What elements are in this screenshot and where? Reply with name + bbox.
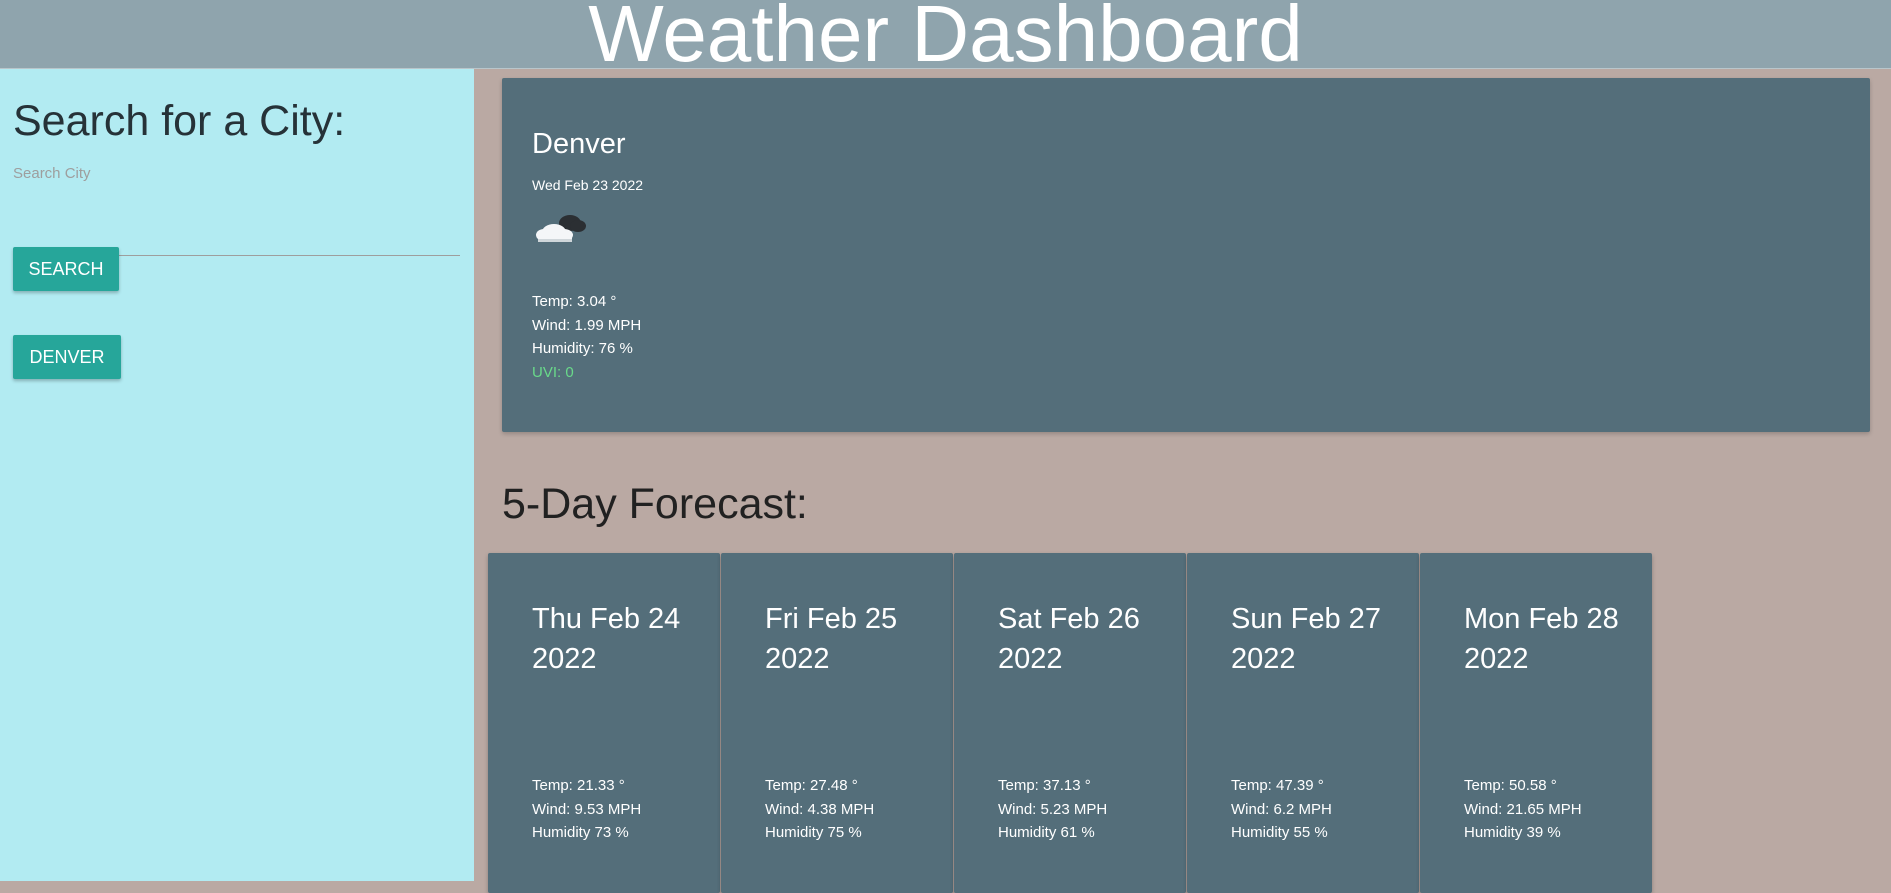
forecast-temp: Temp: 27.48 ° (765, 777, 858, 794)
forecast-wind: Wind: 9.53 MPH (532, 801, 642, 818)
current-date: Wed Feb 23 2022 (532, 177, 644, 193)
cloudy-night-icon (536, 215, 586, 242)
forecast-wind: Wind: 6.2 MPH (1231, 801, 1332, 818)
forecast-wind: Wind: 4.38 MPH (765, 801, 875, 818)
forecast-humidity: Humidity 39 % (1464, 824, 1561, 841)
search-heading: Search for a City: (13, 97, 346, 145)
current-wind: Wind: 1.99 MPH (532, 317, 642, 334)
forecast-card: Mon Feb 28 2022 Temp: 50.58 ° Wind: 21.6… (1420, 553, 1652, 893)
forecast-wind: Wind: 5.23 MPH (998, 801, 1108, 818)
forecast-humidity: Humidity 55 % (1231, 824, 1328, 841)
forecast-humidity: Humidity 75 % (765, 824, 862, 841)
forecast-card: Thu Feb 24 2022 Temp: 21.33 ° Wind: 9.53… (488, 553, 720, 893)
app-header: Weather Dashboard (0, 0, 1891, 69)
forecast-humidity: Humidity 61 % (998, 824, 1095, 841)
forecast-temp: Temp: 50.58 ° (1464, 777, 1557, 794)
forecast-date: Sat Feb 26 2022 (998, 603, 1140, 675)
page-title: Weather Dashboard (588, 0, 1303, 69)
search-city-label: Search City (13, 165, 91, 182)
forecast-date: Mon Feb 28 2022 (1464, 603, 1619, 675)
forecast-card: Sat Feb 26 2022 Temp: 37.13 ° Wind: 5.23… (954, 553, 1186, 893)
current-uvi: UVI: 0 (532, 364, 574, 381)
forecast-wind: Wind: 21.65 MPH (1464, 801, 1582, 818)
forecast-temp: Temp: 37.13 ° (998, 777, 1091, 794)
forecast-date: Sun Feb 27 2022 (1231, 603, 1381, 675)
forecast-temp: Temp: 47.39 ° (1231, 777, 1324, 794)
sidebar: Search for a City: Search City Search De… (0, 69, 474, 881)
forecast-date: Fri Feb 25 2022 (765, 603, 898, 675)
forecast-card: Sun Feb 27 2022 Temp: 47.39 ° Wind: 6.2 … (1187, 553, 1419, 893)
forecast-heading: 5-Day Forecast: (502, 480, 808, 528)
forecast-humidity: Humidity 73 % (532, 824, 629, 841)
forecast-temp: Temp: 21.33 ° (532, 777, 625, 794)
search-button[interactable]: Search (13, 247, 119, 291)
current-city-name: Denver (532, 128, 626, 160)
history-button-denver[interactable]: Denver (13, 335, 121, 379)
forecast-card: Fri Feb 25 2022 Temp: 27.48 ° Wind: 4.38… (721, 553, 953, 893)
forecast-date: Thu Feb 24 2022 (532, 603, 681, 675)
current-humidity: Humidity: 76 % (532, 340, 633, 357)
current-temp: Temp: 3.04 ° (532, 293, 617, 310)
current-weather-card: Denver Wed Feb 23 2022 Temp: 3.04 ° Wind… (502, 78, 1870, 432)
